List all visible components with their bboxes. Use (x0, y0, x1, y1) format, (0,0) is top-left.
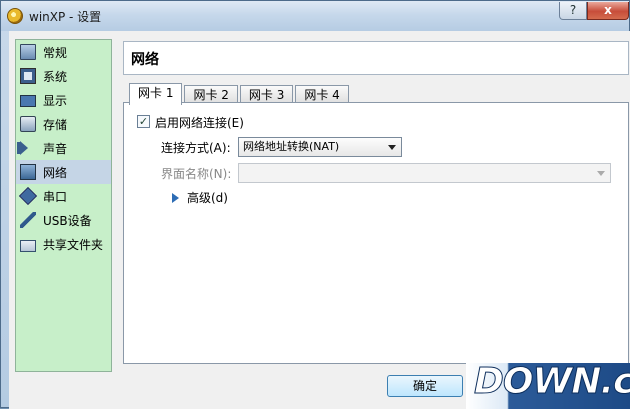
advanced-label: 高级(d) (187, 191, 228, 205)
shared-folder-icon (20, 239, 36, 252)
storage-icon (20, 116, 36, 132)
settings-sidebar: 常规 系统 显示 存储 声音 网络 串口 USB设备 共享文件夹 (15, 39, 112, 372)
sidebar-item-display[interactable]: 显示 (16, 88, 111, 112)
sidebar-item-label: 存储 (43, 117, 68, 132)
help-button[interactable]: ? (559, 2, 587, 20)
network-icon (20, 164, 36, 180)
serial-icon (18, 186, 38, 206)
display-icon (20, 95, 36, 107)
chevron-down-icon (597, 171, 605, 176)
page-title: 网络 (131, 52, 159, 68)
interface-name-label: 界面名称(N): (161, 167, 232, 181)
title-bar[interactable]: winXP - 设置 ? x (1, 1, 629, 31)
sidebar-item-label: 显示 (43, 93, 68, 108)
chevron-down-icon (388, 145, 396, 150)
sidebar-item-label: 串口 (43, 189, 68, 204)
attached-to-value: 网络地址转换(NAT) (243, 140, 340, 153)
virtualbox-app-icon (7, 8, 23, 24)
sidebar-item-label: 声音 (43, 141, 68, 156)
general-icon (20, 44, 36, 60)
sidebar-item-label: 系统 (43, 69, 68, 84)
attached-to-label: 连接方式(A): (161, 141, 231, 155)
tab-adapter-1[interactable]: 网卡 1 (129, 83, 183, 105)
watermark-logo: DOWN.cc (474, 361, 630, 403)
sidebar-item-audio[interactable]: 声音 (16, 136, 111, 160)
close-button[interactable]: x (587, 2, 629, 20)
sidebar-item-storage[interactable]: 存储 (16, 112, 111, 136)
dialog-client-area: 常规 系统 显示 存储 声音 网络 串口 USB设备 共享文件夹 网络 网卡 1… (9, 31, 630, 409)
ok-button[interactable]: 确定 (387, 375, 463, 397)
settings-window: winXP - 设置 ? x 常规 系统 显示 存储 声音 网络 串口 USB设… (0, 0, 630, 409)
system-icon (20, 68, 36, 84)
enable-adapter-checkbox[interactable]: ✓ (137, 115, 150, 128)
adapter-tabs: 网卡 1 网卡 2 网卡 3 网卡 4 (129, 83, 351, 105)
sidebar-item-shared-folders[interactable]: 共享文件夹 (16, 232, 111, 256)
page-header: 网络 (123, 41, 629, 75)
sidebar-item-serial[interactable]: 串口 (16, 184, 111, 208)
sidebar-item-general[interactable]: 常规 (16, 40, 111, 64)
sidebar-item-label: USB设备 (43, 213, 92, 228)
window-title: winXP - 设置 (29, 10, 102, 24)
expand-triangle-icon (172, 192, 179, 203)
sidebar-item-network[interactable]: 网络 (16, 160, 111, 184)
sidebar-item-usb[interactable]: USB设备 (16, 208, 111, 232)
advanced-expander[interactable]: 高级(d) (172, 189, 228, 206)
audio-icon (20, 141, 36, 155)
sidebar-item-label: 网络 (43, 165, 68, 180)
sidebar-item-label: 常规 (43, 45, 68, 60)
usb-icon (20, 212, 36, 228)
enable-adapter-label[interactable]: 启用网络连接(E) (155, 114, 244, 131)
adapter-panel: ✓ 启用网络连接(E) 连接方式(A): 网络地址转换(NAT) 界面名称(N)… (123, 102, 629, 364)
attached-to-select[interactable]: 网络地址转换(NAT) (238, 137, 402, 157)
sidebar-item-system[interactable]: 系统 (16, 64, 111, 88)
sidebar-item-label: 共享文件夹 (43, 237, 104, 252)
interface-name-select[interactable] (238, 163, 611, 183)
